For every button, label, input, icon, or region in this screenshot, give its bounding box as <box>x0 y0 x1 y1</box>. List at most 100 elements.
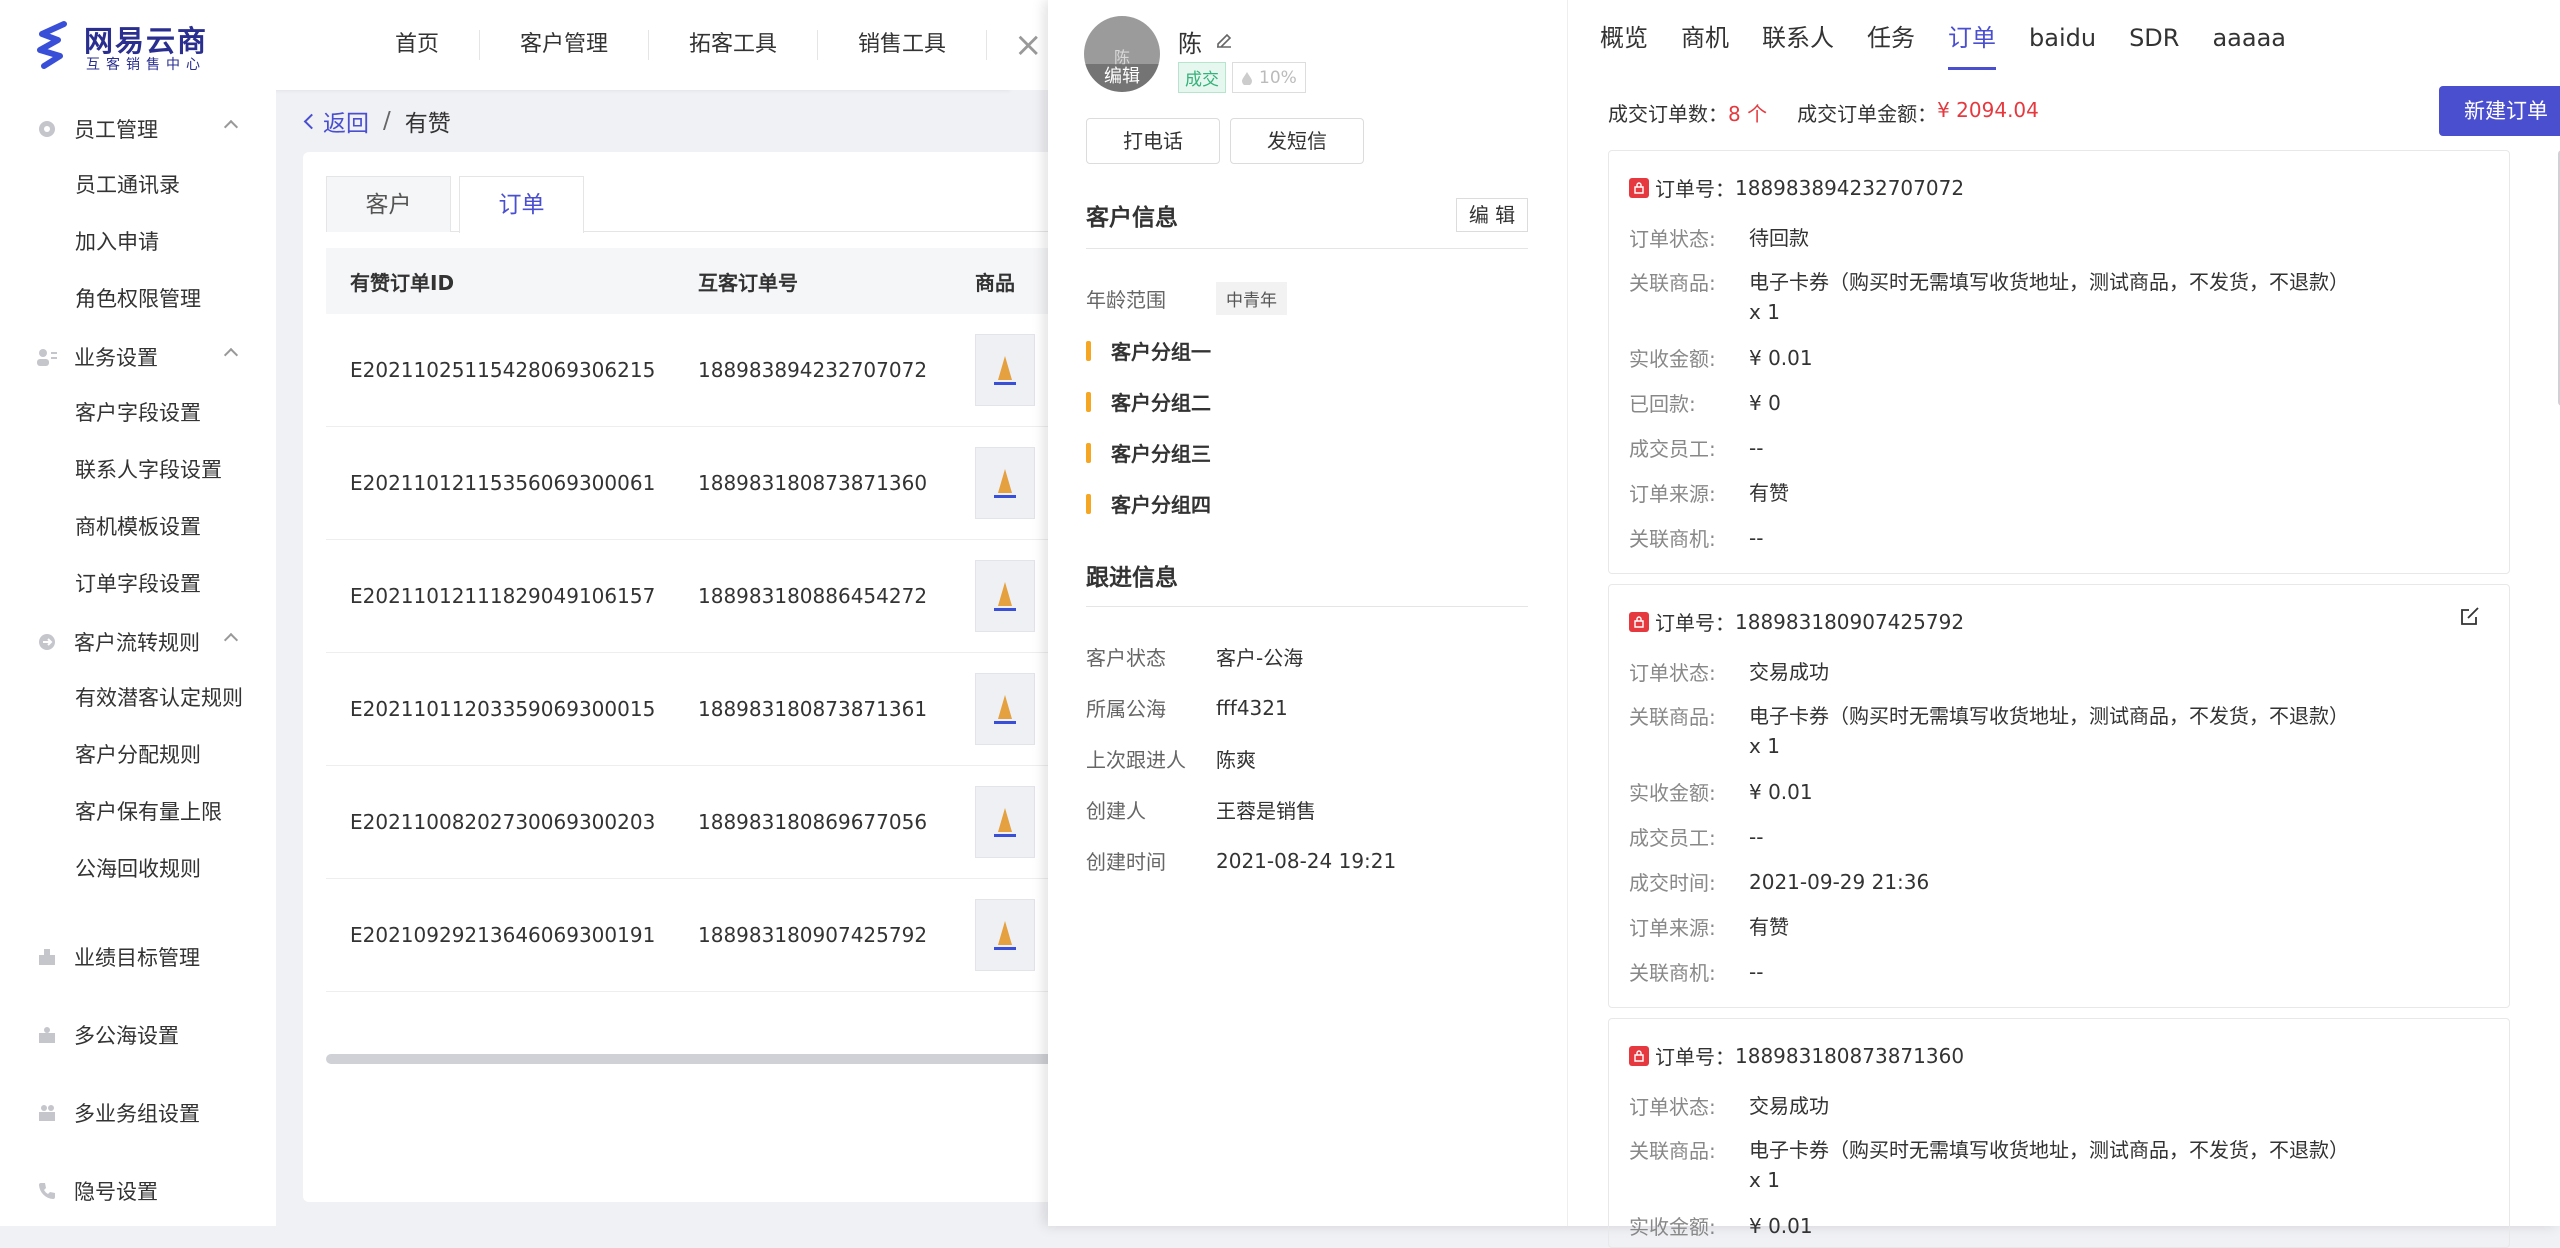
call-button[interactable]: 打电话 <box>1086 118 1220 164</box>
group-marker <box>1086 391 1091 412</box>
table-cell: 188983180873871361 <box>698 697 928 721</box>
summary-label: 成交订单金额： <box>1797 102 1938 126</box>
customer-info-panel: 陈 编辑 陈 成交 10% 打电话 发短信 客户信息 编 辑 年龄范围 中青年 … <box>1048 0 1568 1226</box>
edit-icon[interactable] <box>1214 28 1234 56</box>
table-row[interactable]: E20210929213646069300191 188983180907425… <box>326 879 1066 992</box>
back-link[interactable]: 返回 <box>303 104 369 138</box>
sidebar-item-label: 多业务组设置 <box>74 1102 200 1126</box>
product-thumbnail <box>975 786 1035 858</box>
order-card[interactable]: 订单号： 188983894232707072 订单状态: 待回款 关联商品: 电子卡… <box>1608 150 2510 574</box>
brand-subtitle: 互客销售中心 <box>86 57 206 73</box>
customer-group-tag: 客户分组三 <box>1086 438 1211 467</box>
order-field: 关联商机: -- <box>1629 523 2349 553</box>
table-row[interactable]: E20211025115428069306215 188983894232707… <box>326 314 1066 427</box>
new-order-button[interactable]: 新建订单 <box>2439 86 2560 136</box>
tab-orders[interactable]: 订单 <box>1948 0 1996 70</box>
tab-opportunity[interactable]: 商机 <box>1681 0 1729 70</box>
table-row[interactable]: E20211008202730069300203 188983180869677… <box>326 766 1066 879</box>
sidebar-item-customer-limit[interactable]: 客户保有量上限 <box>0 784 276 841</box>
tab-order[interactable]: 订单 <box>459 176 584 233</box>
main-content: 返回 / 有赞 客户 订单 有赞订单ID 互客订单号 商品 E202110251… <box>276 90 1066 1226</box>
field-value: fff4321 <box>1216 695 1288 720</box>
order-card[interactable]: 订单号： 188983180873871360 订单状态: 交易成功 关联商品: 电子… <box>1608 1018 2510 1248</box>
close-icon[interactable]: × <box>1014 28 1043 62</box>
sidebar-item-multi-team[interactable]: 多业务组设置 <box>0 1074 276 1152</box>
avatar-edit-label: 编辑 <box>1084 64 1160 92</box>
tab-aaaaa[interactable]: aaaaa <box>2212 0 2286 70</box>
sidebar-item-join-requests[interactable]: 加入申请 <box>0 214 276 271</box>
nav-sales-tools[interactable]: 销售工具 <box>818 30 988 60</box>
order-field: 关联商品: 电子卡券（购买时无需填写收货地址，测试商品，不发货，不退款） x 1 <box>1629 701 2349 761</box>
phone-icon <box>34 1180 60 1202</box>
age-range-tag: 中青年 <box>1216 282 1287 315</box>
field-label: 年龄范围 <box>1086 288 1166 312</box>
order-field: 订单状态: 待回款 <box>1629 223 2349 253</box>
order-field: 已回款: ¥ 0 <box>1629 388 2349 418</box>
field-value: 2021-08-24 19:21 <box>1216 848 1397 873</box>
field-label: 创建时间 <box>1086 850 1166 874</box>
top-bar: 网易云商 互客销售中心 首页 客户管理 拓客工具 销售工具 <box>0 0 1010 90</box>
sidebar-item-contact-fields[interactable]: 联系人字段设置 <box>0 442 276 499</box>
edit-button[interactable]: 编 辑 <box>1456 198 1528 232</box>
order-card[interactable]: 订单号： 188983180907425792 订单状态: 交易成功 关联商品: 电子… <box>1608 584 2510 1008</box>
table-cell: E20211011203359069300015 <box>350 697 656 721</box>
edit-icon[interactable] <box>2459 605 2481 631</box>
nav-home[interactable]: 首页 <box>340 30 481 60</box>
order-summary: 成交订单数： 8 个 成交订单金额： ¥ 2094.04 <box>1608 98 2039 127</box>
sidebar-group-business[interactable]: 业务设置 <box>0 328 276 385</box>
field-value: 交易成功 <box>1749 1094 1829 1118</box>
tab-overview[interactable]: 概览 <box>1600 0 1648 70</box>
sms-button[interactable]: 发短信 <box>1230 118 1364 164</box>
sidebar-item-role-permissions[interactable]: 角色权限管理 <box>0 271 276 328</box>
tab-baidu[interactable]: baidu <box>2029 0 2096 70</box>
sidebar-item-performance-targets[interactable]: 业绩目标管理 <box>0 918 276 996</box>
nav-customer-management[interactable]: 客户管理 <box>480 30 650 60</box>
order-field: 订单来源: 有赞 <box>1629 912 2349 942</box>
field-value: 电子卡券（购买时无需填写收货地址，测试商品，不发货，不退款） x 1 <box>1749 1138 2349 1192</box>
breadcrumb-separator: / <box>383 108 391 134</box>
shop-icon <box>1629 611 1649 632</box>
sidebar-item-valid-prospect-rules[interactable]: 有效潜客认定规则 <box>0 670 276 727</box>
tab-tasks[interactable]: 任务 <box>1867 0 1915 70</box>
sidebar-group-staff[interactable]: 员工管理 <box>0 100 276 157</box>
sidebar-item-multi-pool[interactable]: 多公海设置 <box>0 996 276 1074</box>
table-row[interactable]: E20211012111829049106157 188983180886454… <box>326 540 1066 653</box>
table-cell: 188983180873871360 <box>698 471 928 495</box>
product-thumbnail <box>975 447 1035 519</box>
field-label: 订单来源: <box>1629 916 1716 940</box>
sidebar-item-staff-directory[interactable]: 员工通讯录 <box>0 157 276 214</box>
field-label: 关联商机: <box>1629 961 1716 985</box>
sidebar-group-flow-rules[interactable]: 客户流转规则 <box>0 613 276 670</box>
order-field: 订单状态: 交易成功 <box>1629 657 2349 687</box>
table-row[interactable]: E20211012115356069300061 188983180873871… <box>326 427 1066 540</box>
tab-customer[interactable]: 客户 <box>326 176 451 232</box>
sidebar: 员工管理 员工通讯录 加入申请 角色权限管理 业务设置 客户字段设置 联系人字段… <box>0 90 276 1226</box>
tab-contacts[interactable]: 联系人 <box>1762 0 1834 70</box>
sidebar-item-opportunity-templates[interactable]: 商机模板设置 <box>0 499 276 556</box>
sidebar-item-pool-recycle-rules[interactable]: 公海回收规则 <box>0 841 276 898</box>
field-value: -- <box>1749 526 1764 550</box>
brand-logo[interactable]: 网易云商 互客销售中心 <box>34 18 224 74</box>
field-value: 电子卡券（购买时无需填写收货地址，测试商品，不发货，不退款） x 1 <box>1749 270 2349 324</box>
group-marker <box>1086 442 1091 463</box>
sidebar-item-order-fields[interactable]: 订单字段设置 <box>0 556 276 613</box>
summary-label: 成交订单数： <box>1608 102 1728 126</box>
status-badges: 成交 10% <box>1178 62 1306 93</box>
status-badge: 成交 <box>1178 62 1226 93</box>
order-header: 订单号： 188983180907425792 <box>1629 607 1964 636</box>
order-field: 关联商品: 电子卡券（购买时无需填写收货地址，测试商品，不发货，不退款） x 1 <box>1629 267 2349 327</box>
product-thumbnail <box>975 560 1035 632</box>
horizontal-scrollbar[interactable] <box>326 1054 1066 1064</box>
sidebar-item-hidden-number[interactable]: 隐号设置 <box>0 1152 276 1230</box>
field-value: 王蓉是销售 <box>1216 799 1316 823</box>
nav-prospecting-tools[interactable]: 拓客工具 <box>649 30 819 60</box>
table-row[interactable]: E20211011203359069300015 188983180873871… <box>326 653 1066 766</box>
sea-icon <box>34 1024 60 1046</box>
avatar[interactable]: 陈 编辑 <box>1084 16 1160 92</box>
follow-row: 客户状态 客户-公海 <box>1086 642 1303 671</box>
sidebar-item-assignment-rules[interactable]: 客户分配规则 <box>0 727 276 784</box>
sidebar-item-customer-fields[interactable]: 客户字段设置 <box>0 385 276 442</box>
field-value: ¥ 0.01 <box>1749 1214 1813 1238</box>
divider <box>1086 248 1528 249</box>
tab-sdr[interactable]: SDR <box>2129 0 2179 70</box>
